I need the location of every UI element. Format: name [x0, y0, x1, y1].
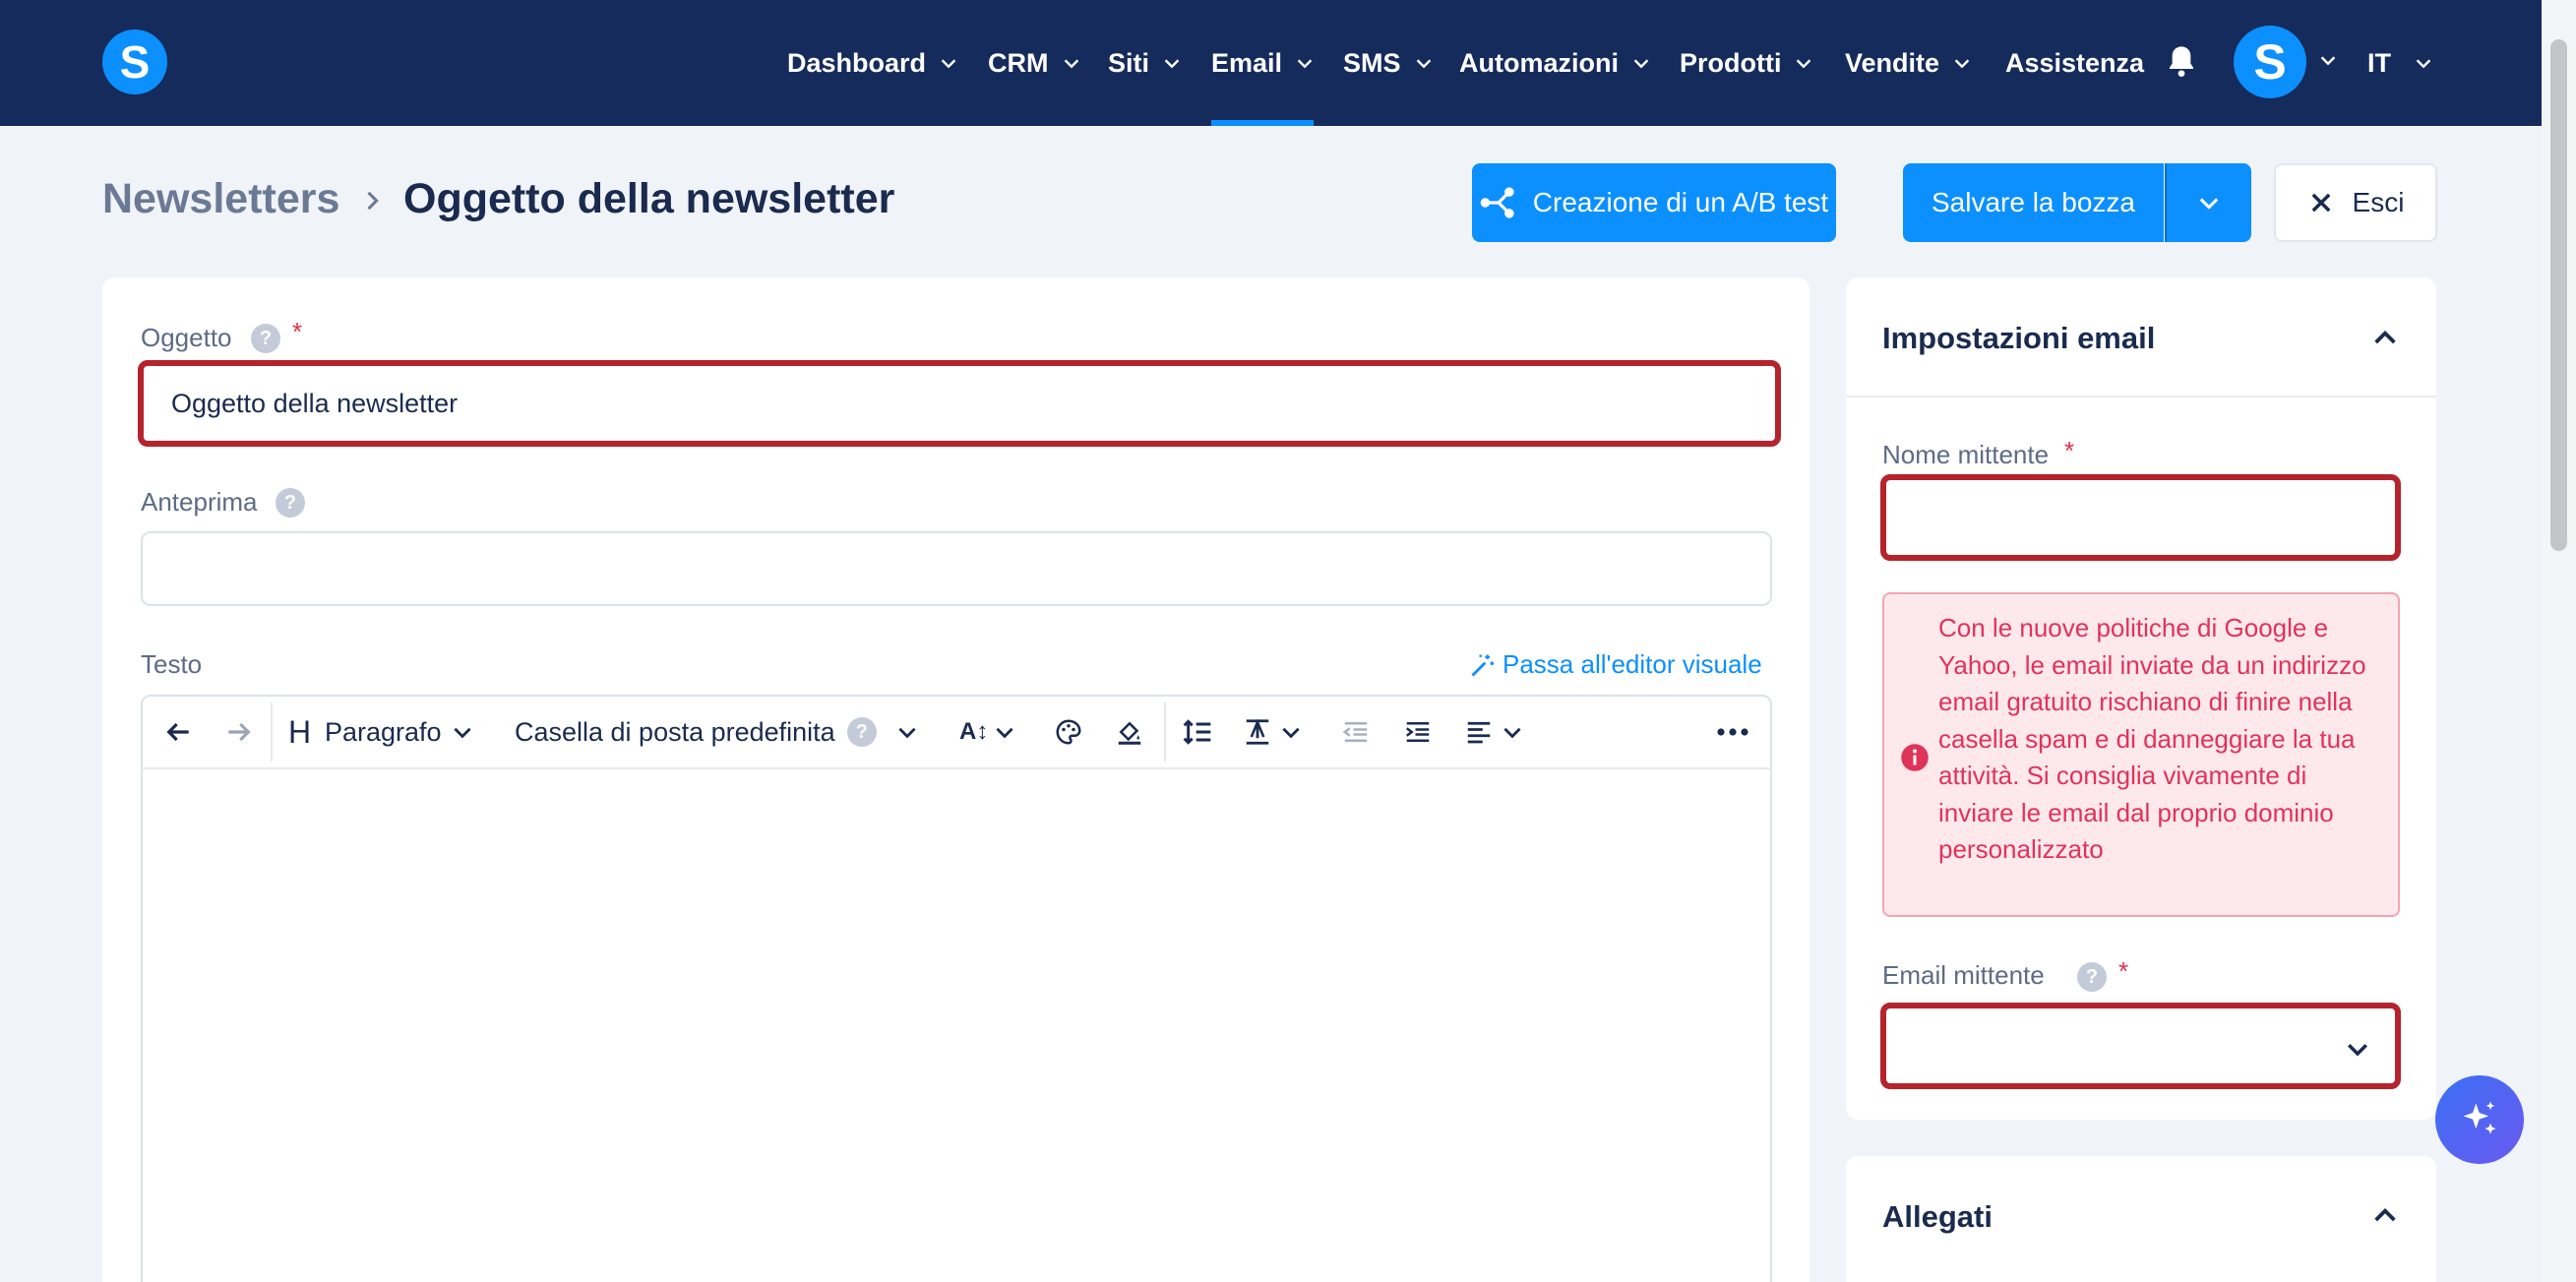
chevron-down-icon — [898, 727, 916, 739]
heading-icon: H — [288, 713, 312, 750]
top-navigation-bar: S Dashboard CRM Siti Email SMS Automazio… — [0, 0, 2542, 126]
line-height-icon[interactable] — [1182, 695, 1213, 769]
sender-email-label: Email mittente — [1882, 960, 2045, 990]
scrollbar-thumb[interactable] — [2550, 39, 2567, 551]
ai-assistant-button[interactable] — [2435, 1075, 2524, 1164]
chevron-down-icon — [1416, 59, 1431, 69]
chevron-down-icon — [1164, 59, 1180, 69]
nav-item-siti[interactable]: Siti — [1108, 0, 1183, 126]
chevron-down-icon — [1797, 59, 1811, 69]
chevron-down-icon[interactable] — [2317, 49, 2339, 71]
required-marker: * — [292, 317, 303, 346]
nav-item-automazioni[interactable]: Automazioni — [1459, 0, 1652, 126]
page-title: Oggetto della newsletter — [403, 175, 895, 222]
chevron-down-icon — [2416, 59, 2431, 69]
nav-item-email[interactable]: Email — [1211, 0, 1316, 126]
attachments-title: Allegati — [1882, 1199, 1993, 1234]
mailbox-select[interactable]: Casella di posta predefinita? — [515, 695, 920, 769]
nav-item-prodotti[interactable]: Prodotti — [1680, 0, 1814, 126]
ab-test-button[interactable]: Creazione di un A/B test — [1472, 163, 1836, 242]
save-options-dropdown[interactable] — [2165, 163, 2251, 242]
help-icon[interactable]: ? — [846, 717, 877, 747]
help-icon[interactable]: ? — [276, 488, 305, 518]
outdent-icon[interactable] — [1341, 695, 1371, 769]
nav-item-vendite[interactable]: Vendite — [1845, 0, 1973, 126]
bell-icon[interactable] — [2166, 43, 2197, 79]
indent-icon[interactable] — [1403, 695, 1433, 769]
more-options-icon[interactable] — [1715, 695, 1750, 769]
deliverability-warning: Con le nuove politiche di Google e Yahoo… — [1882, 592, 2400, 917]
nav-item-assistenza[interactable]: Assistenza — [2005, 0, 2144, 126]
nav-item-crm[interactable]: CRM — [988, 0, 1082, 126]
chevron-down-icon — [1954, 59, 1970, 69]
font-size-icon: A↕ — [959, 718, 989, 745]
toolbar-divider — [1164, 702, 1166, 762]
chevron-down-icon — [2199, 198, 2219, 210]
sparkles-icon — [2463, 1101, 2496, 1134]
breadcrumb-parent[interactable]: Newsletters — [102, 175, 339, 223]
sender-email-select[interactable] — [1880, 1003, 2401, 1089]
subject-input[interactable]: Oggetto della newsletter — [138, 360, 1781, 447]
chevron-down-icon — [1633, 59, 1649, 69]
preview-input[interactable] — [141, 531, 1772, 606]
palette-icon[interactable] — [1054, 695, 1083, 769]
help-icon[interactable]: ? — [251, 324, 280, 353]
nav-item-dashboard[interactable]: Dashboard — [787, 0, 959, 126]
required-marker: * — [2064, 436, 2075, 465]
chevron-down-icon — [1297, 59, 1313, 69]
language-selector[interactable]: IT — [2367, 0, 2434, 126]
help-icon[interactable]: ? — [2077, 962, 2107, 992]
chevron-down-icon — [2348, 1044, 2367, 1057]
text-label: Testo — [141, 649, 203, 679]
chevron-down-icon — [1503, 727, 1521, 739]
logo[interactable]: S — [102, 30, 167, 94]
paragraph-style-select[interactable]: Paragrafo — [325, 695, 475, 769]
text-format-select[interactable] — [1243, 695, 1304, 769]
exit-button[interactable]: Esci — [2274, 163, 2437, 242]
fill-color-icon[interactable] — [1115, 695, 1144, 769]
info-icon — [1901, 744, 1929, 771]
chevron-down-icon — [1282, 727, 1300, 739]
visual-editor-link[interactable]: Passa all'editor visuale — [1469, 649, 1762, 680]
close-icon — [2311, 193, 2330, 213]
font-size-select[interactable]: A↕ — [959, 695, 1017, 769]
active-nav-indicator — [1211, 120, 1314, 126]
text-format-icon — [1246, 718, 1269, 745]
chevron-up-icon[interactable] — [2369, 323, 2401, 354]
magic-wand-icon — [1471, 654, 1495, 676]
chevron-right-icon — [367, 191, 379, 211]
page-scrollbar[interactable] — [2542, 0, 2576, 1282]
nav-item-sms[interactable]: SMS — [1343, 0, 1435, 126]
chevron-down-icon — [996, 727, 1013, 739]
editor-toolbar: H Paragrafo Casella di posta predefinita… — [141, 695, 1771, 769]
chevron-up-icon[interactable] — [2369, 1200, 2401, 1232]
text-align-select[interactable] — [1464, 695, 1525, 769]
align-left-icon — [1467, 721, 1491, 744]
email-settings-title: Impostazioni email — [1882, 321, 2156, 355]
preview-label: Anteprima — [141, 487, 258, 517]
toolbar-divider — [271, 702, 273, 762]
chevron-down-icon — [941, 59, 956, 69]
sender-name-label: Nome mittente — [1882, 440, 2050, 469]
share-nodes-icon — [1480, 187, 1514, 218]
save-draft-button[interactable]: Salvare la bozza — [1903, 163, 2164, 242]
divider — [1846, 396, 2436, 397]
required-marker: * — [2118, 956, 2129, 986]
chevron-down-icon — [453, 727, 471, 739]
text-editor[interactable] — [141, 695, 1772, 1282]
subject-label: Oggetto — [141, 323, 232, 352]
avatar[interactable]: S — [2234, 26, 2306, 98]
undo-icon[interactable] — [162, 695, 194, 769]
redo-icon[interactable] — [223, 695, 255, 769]
warning-text: Con le nuove politiche di Google e Yahoo… — [1938, 613, 2366, 864]
sender-name-input[interactable] — [1880, 474, 2401, 561]
chevron-down-icon — [1064, 59, 1078, 69]
